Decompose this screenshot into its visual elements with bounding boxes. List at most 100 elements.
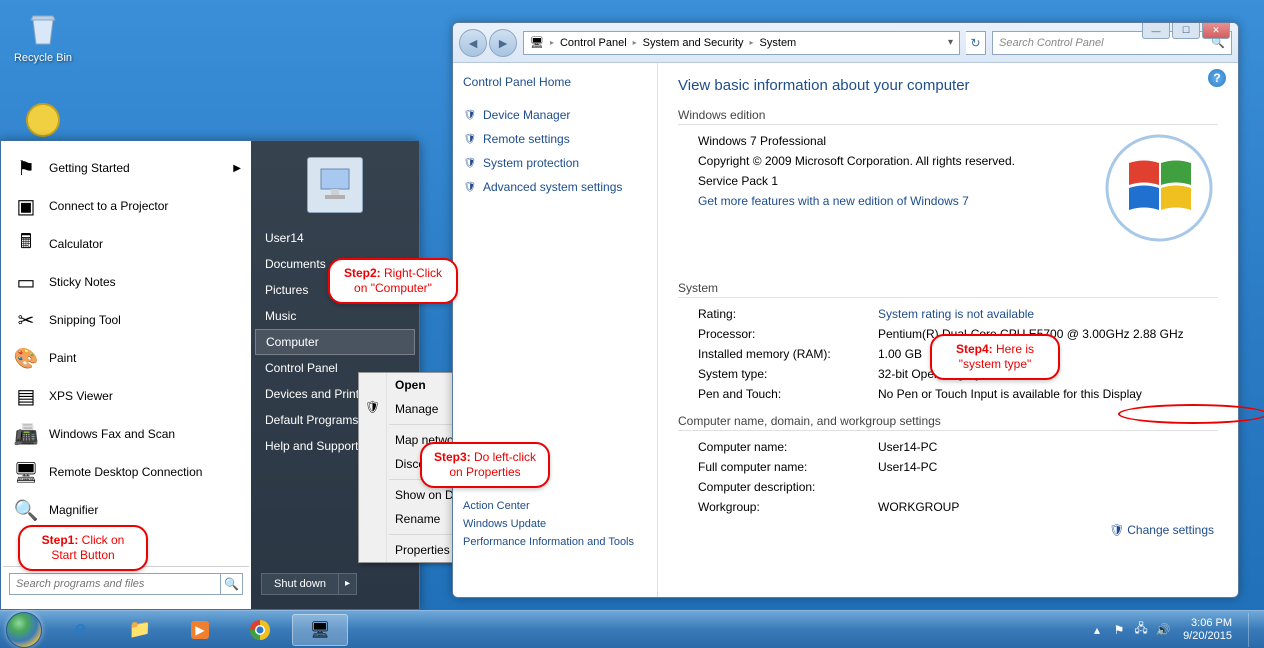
- callout-step4: Step4: Here is "system type": [930, 334, 1060, 380]
- callout-step2: Step2: Right-Click on "Computer": [328, 258, 458, 304]
- context-item-label: Properties: [395, 543, 450, 557]
- property-value[interactable]: System rating is not available: [878, 307, 1034, 321]
- window-chrome: ◄ ► 🖥▸ Control Panel▸ System and Securit…: [453, 23, 1238, 63]
- side-link-label: Device Manager: [483, 108, 570, 122]
- start-item-label: Connect to a Projector: [49, 199, 168, 213]
- page-title: View basic information about your comput…: [678, 77, 1218, 94]
- start-item[interactable]: 🎨 Paint: [3, 339, 249, 377]
- shutdown-group: Shut down ▸: [261, 573, 409, 595]
- help-icon[interactable]: ?: [1208, 69, 1226, 87]
- breadcrumb-item[interactable]: System: [754, 37, 803, 49]
- side-link[interactable]: 🛡Remote settings: [463, 127, 647, 151]
- start-place-music[interactable]: Music: [251, 303, 419, 329]
- address-dropdown-icon[interactable]: ▾: [942, 37, 959, 48]
- property-row: Computer description:: [678, 477, 1218, 497]
- property-value: 1.00 GB: [878, 347, 922, 361]
- edition-copyright: Copyright © 2009 Microsoft Corporation. …: [698, 154, 1015, 168]
- task-chrome[interactable]: [232, 614, 288, 646]
- user-avatar[interactable]: [307, 157, 363, 213]
- see-also-link[interactable]: Windows Update: [463, 515, 647, 533]
- start-item-label: Remote Desktop Connection: [49, 465, 202, 479]
- task-media[interactable]: ▶: [172, 614, 228, 646]
- start-item-label: Paint: [49, 351, 76, 365]
- property-label: Rating:: [698, 307, 878, 321]
- norton-icon[interactable]: [8, 100, 78, 144]
- system-tray: ▴ ⚑ 🖧 🔊 3:06 PM 9/20/2015: [1089, 613, 1258, 647]
- shield-icon: 🛡: [463, 180, 477, 194]
- features-link[interactable]: Get more features with a new edition of …: [698, 194, 969, 208]
- start-place-computer[interactable]: Computer: [255, 329, 415, 355]
- change-settings-link[interactable]: 🛡 Change settings: [1109, 523, 1214, 537]
- shutdown-menu-button[interactable]: ▸: [339, 573, 357, 595]
- sidebar-home-link[interactable]: Control Panel Home: [463, 75, 647, 89]
- program-icon: ▤: [11, 381, 41, 411]
- chrome-icon: [249, 619, 271, 641]
- show-desktop-button[interactable]: [1248, 613, 1258, 647]
- program-icon: 🎨: [11, 343, 41, 373]
- tray-volume-icon[interactable]: 🔊: [1155, 622, 1171, 638]
- nav-forward-button[interactable]: ►: [489, 29, 517, 57]
- side-link[interactable]: 🛡Device Manager: [463, 103, 647, 127]
- callout-step3: Step3: Do left-click on Properties: [420, 442, 550, 488]
- shield-icon: 🛡: [463, 132, 477, 146]
- context-item-label: Rename: [395, 512, 440, 526]
- task-explorer[interactable]: 📁: [112, 614, 168, 646]
- nav-back-button[interactable]: ◄: [459, 29, 487, 57]
- start-item-label: Snipping Tool: [49, 313, 121, 327]
- start-search: 🔍: [3, 566, 249, 601]
- ie-icon: e: [74, 618, 85, 641]
- folder-icon: 📁: [129, 619, 151, 640]
- taskbar: e 📁 ▶ 🖥 ▴ ⚑ 🖧 🔊 3:06 PM 9/20/2015: [0, 610, 1264, 648]
- start-place-user14[interactable]: User14: [251, 225, 419, 251]
- property-value: User14-PC: [878, 440, 937, 454]
- tray-network-icon[interactable]: 🖧: [1133, 622, 1149, 638]
- start-item[interactable]: 🖥 Remote Desktop Connection: [3, 453, 249, 491]
- property-label: Processor:: [698, 327, 878, 341]
- search-placeholder: Search Control Panel: [999, 37, 1104, 49]
- refresh-button[interactable]: ↻: [966, 31, 986, 55]
- start-item-label: XPS Viewer: [49, 389, 113, 403]
- property-row: Pen and Touch:No Pen or Touch Input is a…: [678, 384, 1218, 404]
- close-button[interactable]: ✕: [1202, 23, 1230, 39]
- program-icon: 🖩: [11, 229, 41, 259]
- shutdown-button[interactable]: Shut down: [261, 573, 339, 595]
- start-item[interactable]: ▤ XPS Viewer: [3, 377, 249, 415]
- recycle-bin[interactable]: Recycle Bin: [8, 8, 78, 64]
- address-bar[interactable]: 🖥▸ Control Panel▸ System and Security▸ S…: [523, 31, 960, 55]
- tray-time: 3:06 PM: [1183, 617, 1232, 629]
- maximize-button[interactable]: ☐: [1172, 23, 1200, 39]
- media-icon: ▶: [191, 621, 208, 639]
- property-value: User14-PC: [878, 460, 937, 474]
- property-label: Pen and Touch:: [698, 387, 878, 401]
- minimize-button[interactable]: —: [1142, 23, 1170, 39]
- breadcrumb-item[interactable]: System and Security: [637, 37, 750, 49]
- task-control-panel[interactable]: 🖥: [292, 614, 348, 646]
- task-ie[interactable]: e: [52, 614, 108, 646]
- tray-clock[interactable]: 3:06 PM 9/20/2015: [1183, 617, 1232, 641]
- program-icon: 🖥: [11, 457, 41, 487]
- start-item[interactable]: ▭Sticky Notes: [3, 263, 249, 301]
- start-item[interactable]: ✂Snipping Tool: [3, 301, 249, 339]
- see-also-link[interactable]: Performance Information and Tools: [463, 533, 647, 551]
- system-window: — ☐ ✕ ◄ ► 🖥▸ Control Panel▸ System and S…: [452, 22, 1239, 598]
- tray-flag-icon[interactable]: ⚑: [1111, 622, 1127, 638]
- start-item[interactable]: ⚑Getting Started▶: [3, 149, 249, 187]
- start-item[interactable]: ▣Connect to a Projector: [3, 187, 249, 225]
- see-also-link[interactable]: Action Center: [463, 497, 647, 515]
- cpl-icon: 🖥: [310, 620, 330, 640]
- service-pack: Service Pack 1: [698, 174, 778, 188]
- start-search-input[interactable]: [9, 573, 221, 595]
- search-icon[interactable]: 🔍: [221, 573, 243, 595]
- shield-icon: 🛡: [463, 156, 477, 170]
- start-button[interactable]: [6, 612, 42, 648]
- tray-up-icon[interactable]: ▴: [1089, 622, 1105, 638]
- start-item[interactable]: 🔍Magnifier: [3, 491, 249, 529]
- start-item[interactable]: 📠Windows Fax and Scan: [3, 415, 249, 453]
- property-row: Workgroup:WORKGROUP: [678, 497, 1218, 517]
- start-item[interactable]: 🖩Calculator: [3, 225, 249, 263]
- property-row: Computer name:User14-PC: [678, 437, 1218, 457]
- side-link[interactable]: 🛡Advanced system settings: [463, 175, 647, 199]
- side-link[interactable]: 🛡System protection: [463, 151, 647, 175]
- window-controls: — ☐ ✕: [1142, 23, 1230, 39]
- breadcrumb-item[interactable]: Control Panel: [554, 37, 633, 49]
